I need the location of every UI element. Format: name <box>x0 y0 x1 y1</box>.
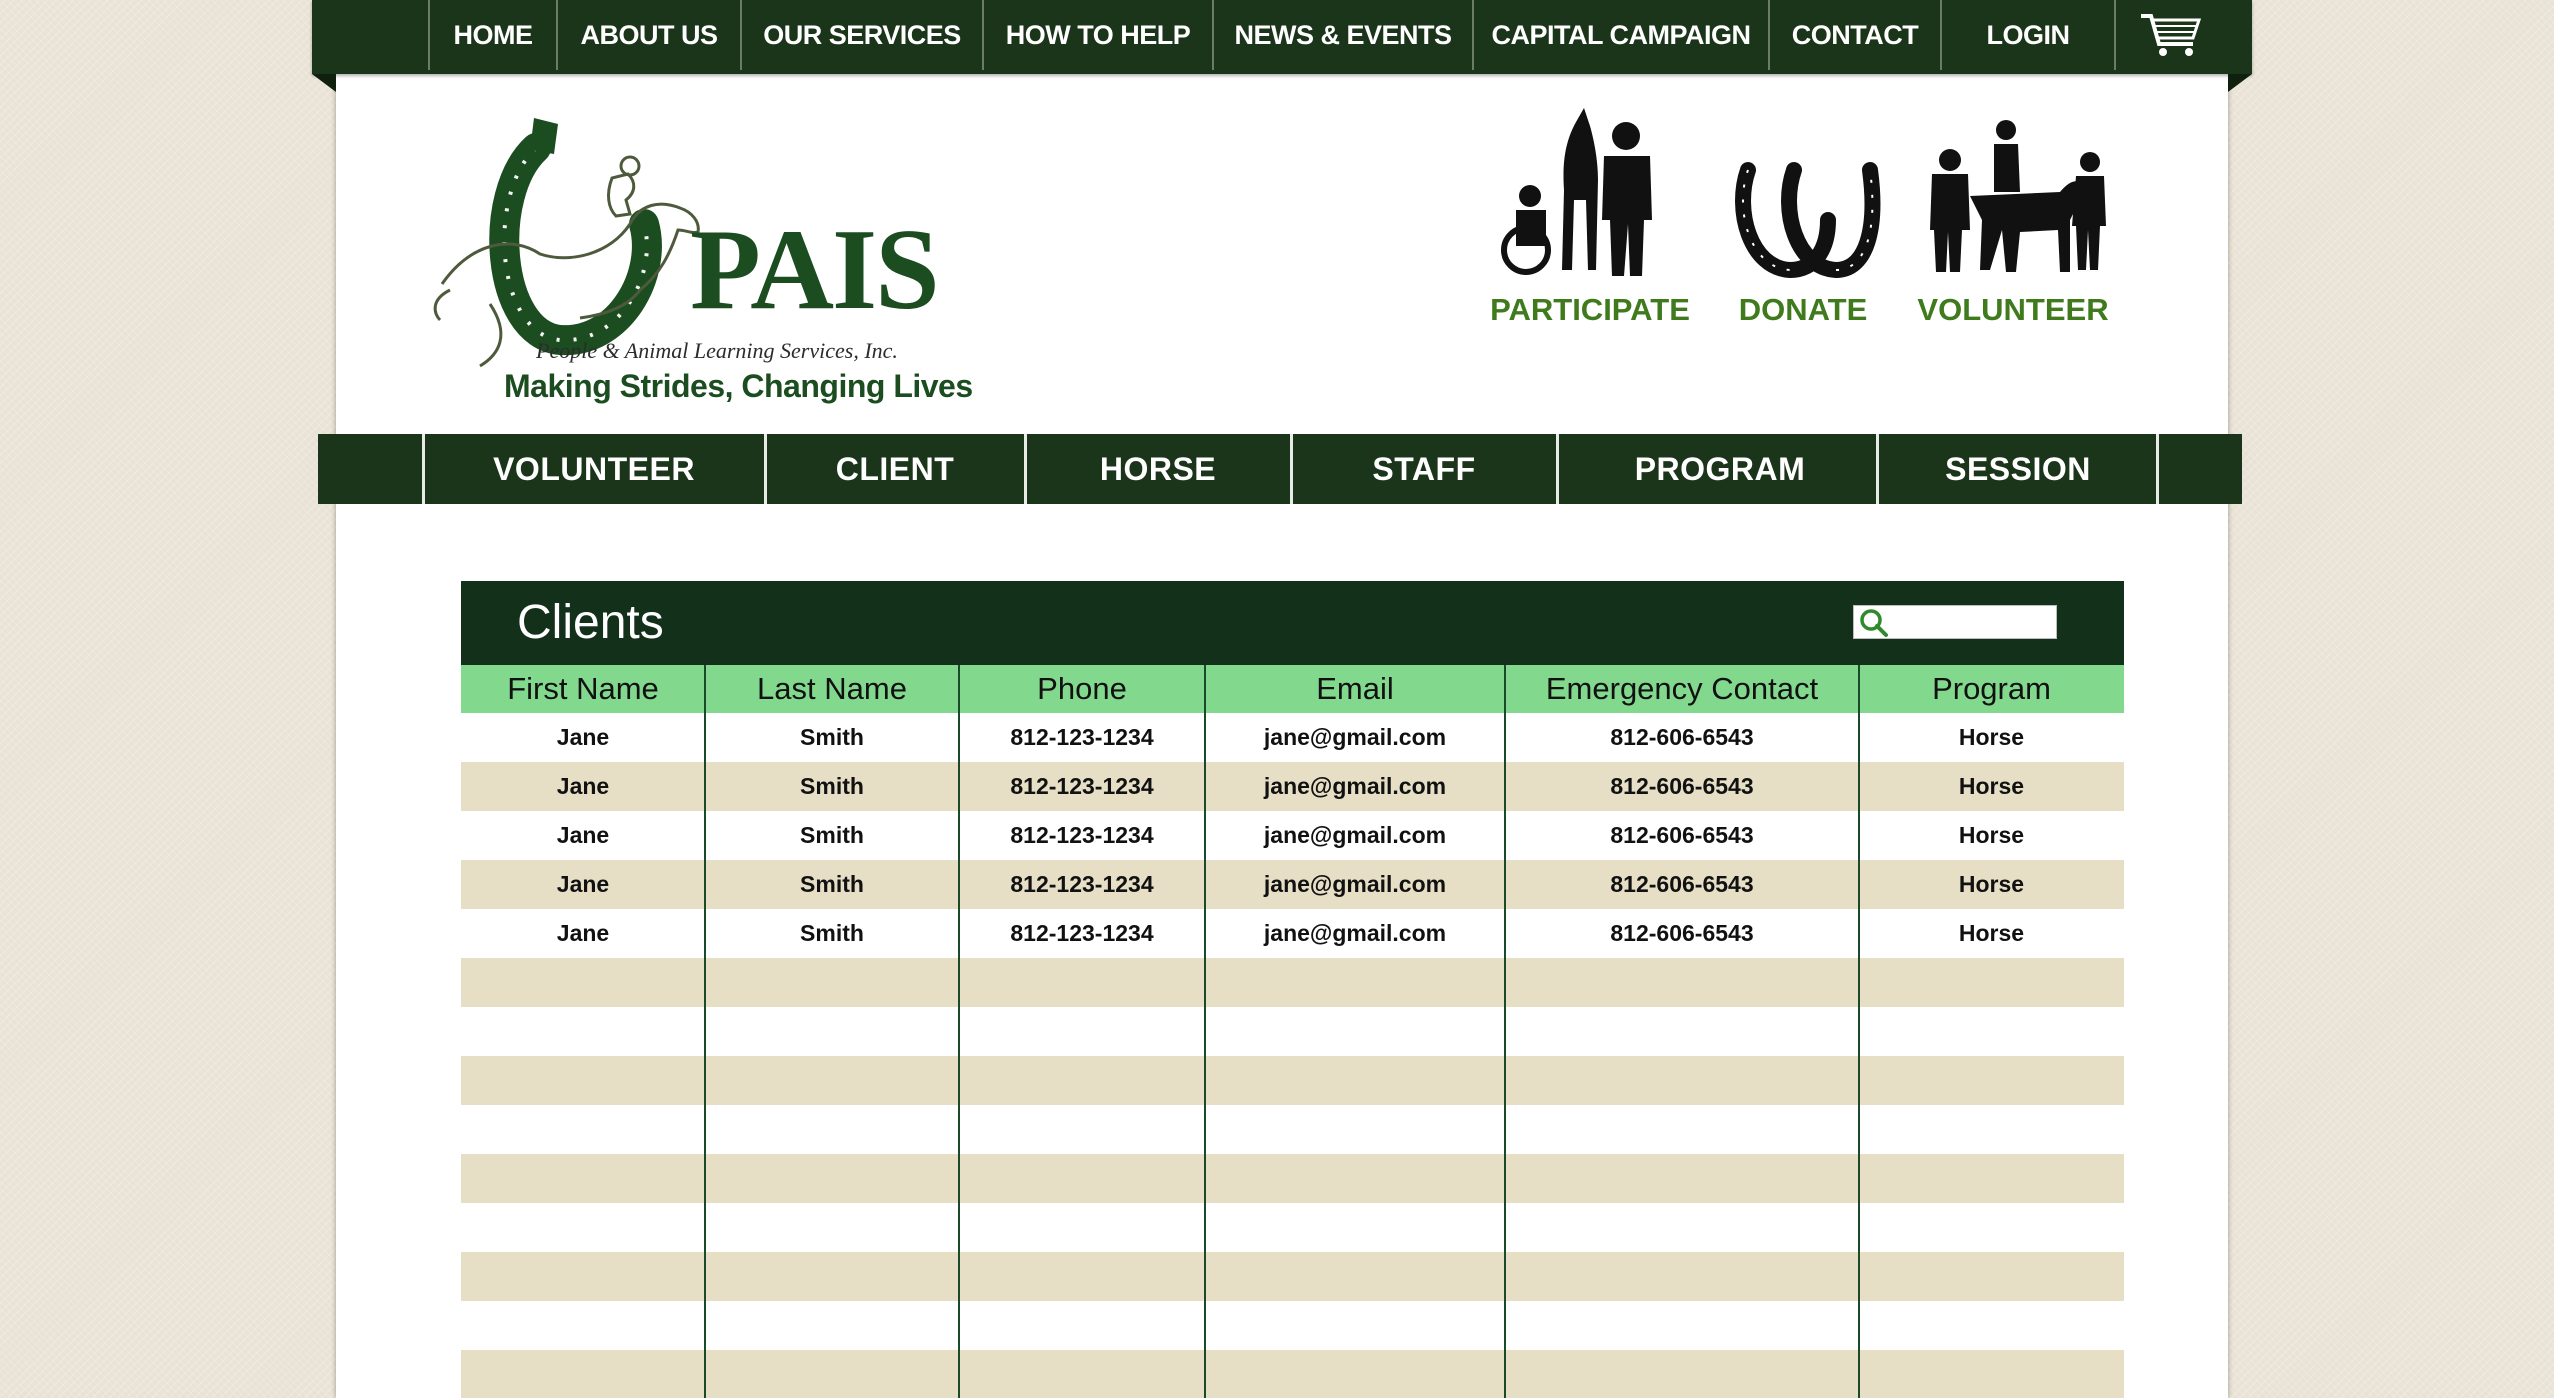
cell-first-name: Jane <box>556 920 610 946</box>
nav-our-services[interactable]: OUR SERVICES <box>740 0 982 70</box>
nav-contact[interactable]: CONTACT <box>1768 0 1940 70</box>
cell-last-name: Smith <box>800 773 864 799</box>
column-header-email[interactable]: Email <box>1205 665 1505 713</box>
volunteer-icon <box>1930 120 2106 272</box>
table-row[interactable]: Jane Smith 812-123-1234 jane@gmail.com 812-6… <box>461 909 2124 958</box>
clients-header: Clients <box>461 581 2124 665</box>
cell-phone: 812-123-1234 <box>1010 724 1154 750</box>
empty-table-row <box>461 1105 2124 1154</box>
column-header-emergency-contact[interactable]: Emergency Contact <box>1505 665 1859 713</box>
empty-table-row <box>461 1154 2124 1203</box>
cell-last-name: Smith <box>800 871 864 897</box>
participate-button[interactable]: PARTICIPATE <box>1466 100 1714 340</box>
cell-first-name: Jane <box>556 724 610 750</box>
table-row[interactable]: Jane Smith 812-123-1234 jane@gmail.com 812-6… <box>461 811 2124 860</box>
clients-title: Clients <box>517 596 664 649</box>
column-divider <box>1858 665 1860 1398</box>
donate-label: DONATE <box>1738 292 1868 327</box>
subnav-volunteer[interactable]: VOLUNTEER <box>422 434 763 504</box>
empty-table-row <box>461 958 2124 1007</box>
volunteer-button[interactable]: VOLUNTEER <box>1910 100 2116 340</box>
column-header-first-name[interactable]: First Name <box>461 665 705 713</box>
table-row[interactable]: Jane Smith 812-123-1234 jane@gmail.com 812-6… <box>461 713 2124 762</box>
search-icon[interactable] <box>1859 608 1889 638</box>
cell-first-name: Jane <box>556 871 610 897</box>
cell-last-name: Smith <box>800 724 864 750</box>
cell-email: jane@gmail.com <box>1263 920 1447 946</box>
logo-title: PAIS <box>690 206 940 334</box>
nav-news-events[interactable]: NEWS & EVENTS <box>1212 0 1472 70</box>
cell-program: Horse <box>1958 871 2025 897</box>
cell-program: Horse <box>1958 920 2025 946</box>
subnav-session[interactable]: SESSION <box>1876 434 2157 504</box>
cell-emergency-contact: 812-606-6543 <box>1610 871 1754 897</box>
empty-table-row <box>461 1007 2124 1056</box>
column-divider <box>958 665 960 1398</box>
nav-capital-campaign[interactable]: CAPITAL CAMPAIGN <box>1472 0 1768 70</box>
nav-login[interactable]: LOGIN <box>1940 0 2114 70</box>
horseshoes-icon <box>1735 162 1881 279</box>
table-row[interactable]: Jane Smith 812-123-1234 jane@gmail.com 812-6… <box>461 860 2124 909</box>
clients-table: Clients First Name Last Name Phone Email Eme… <box>461 581 2124 1398</box>
subnav-program[interactable]: PROGRAM <box>1556 434 1881 504</box>
subnav-client[interactable]: CLIENT <box>764 434 1023 504</box>
cell-email: jane@gmail.com <box>1263 773 1447 799</box>
logo-subtitle: People & Animal Learning Services, Inc. <box>536 338 898 363</box>
empty-table-row <box>461 1301 2124 1350</box>
nav-how-to-help[interactable]: HOW TO HELP <box>982 0 1212 70</box>
column-header-program[interactable]: Program <box>1859 665 2124 713</box>
empty-table-row <box>461 1252 2124 1301</box>
participate-label: PARTICIPATE <box>1490 292 1690 327</box>
column-header-phone[interactable]: Phone <box>959 665 1205 713</box>
cell-first-name: Jane <box>556 822 610 848</box>
donate-button[interactable]: DONATE <box>1720 100 1886 340</box>
empty-table-row <box>461 1203 2124 1252</box>
cell-email: jane@gmail.com <box>1263 724 1447 750</box>
empty-table-row <box>461 1350 2124 1398</box>
cell-phone: 812-123-1234 <box>1010 822 1154 848</box>
cell-last-name: Smith <box>800 822 864 848</box>
volunteer-label: VOLUNTEER <box>1917 292 2109 327</box>
subnav-end-divider <box>2156 434 2159 504</box>
column-divider <box>1204 665 1206 1398</box>
empty-table-row <box>461 1056 2124 1105</box>
cell-emergency-contact: 812-606-6543 <box>1610 920 1754 946</box>
nav-fold-left <box>312 74 336 92</box>
cell-program: Horse <box>1958 724 2025 750</box>
column-header-last-name[interactable]: Last Name <box>705 665 959 713</box>
cell-first-name: Jane <box>556 773 610 799</box>
column-divider <box>1504 665 1506 1398</box>
participate-icon <box>1501 108 1652 276</box>
cell-emergency-contact: 812-606-6543 <box>1610 773 1754 799</box>
top-nav: HOME ABOUT US OUR SERVICES HOW TO HELP N… <box>312 0 2252 92</box>
cell-emergency-contact: 812-606-6543 <box>1610 822 1754 848</box>
sub-nav: VOLUNTEER CLIENT HORSE STAFF PROGRAM SES… <box>318 434 2242 504</box>
cart-icon[interactable] <box>2114 0 2226 70</box>
nav-home[interactable]: HOME <box>428 0 556 70</box>
cell-phone: 812-123-1234 <box>1010 920 1154 946</box>
cell-phone: 812-123-1234 <box>1010 773 1154 799</box>
cell-phone: 812-123-1234 <box>1010 871 1154 897</box>
table-row[interactable]: Jane Smith 812-123-1234 jane@gmail.com 812-6… <box>461 762 2124 811</box>
cell-email: jane@gmail.com <box>1263 871 1447 897</box>
nav-fold-right <box>2228 74 2252 92</box>
nav-about-us[interactable]: ABOUT US <box>556 0 740 70</box>
cell-last-name: Smith <box>800 920 864 946</box>
cell-emergency-contact: 812-606-6543 <box>1610 724 1754 750</box>
cell-program: Horse <box>1958 822 2025 848</box>
subnav-staff[interactable]: STAFF <box>1290 434 1555 504</box>
subnav-horse[interactable]: HORSE <box>1024 434 1289 504</box>
column-divider <box>704 665 706 1398</box>
logo-tagline: Making Strides, Changing Lives <box>504 368 973 404</box>
cell-program: Horse <box>1958 773 2025 799</box>
cell-email: jane@gmail.com <box>1263 822 1447 848</box>
